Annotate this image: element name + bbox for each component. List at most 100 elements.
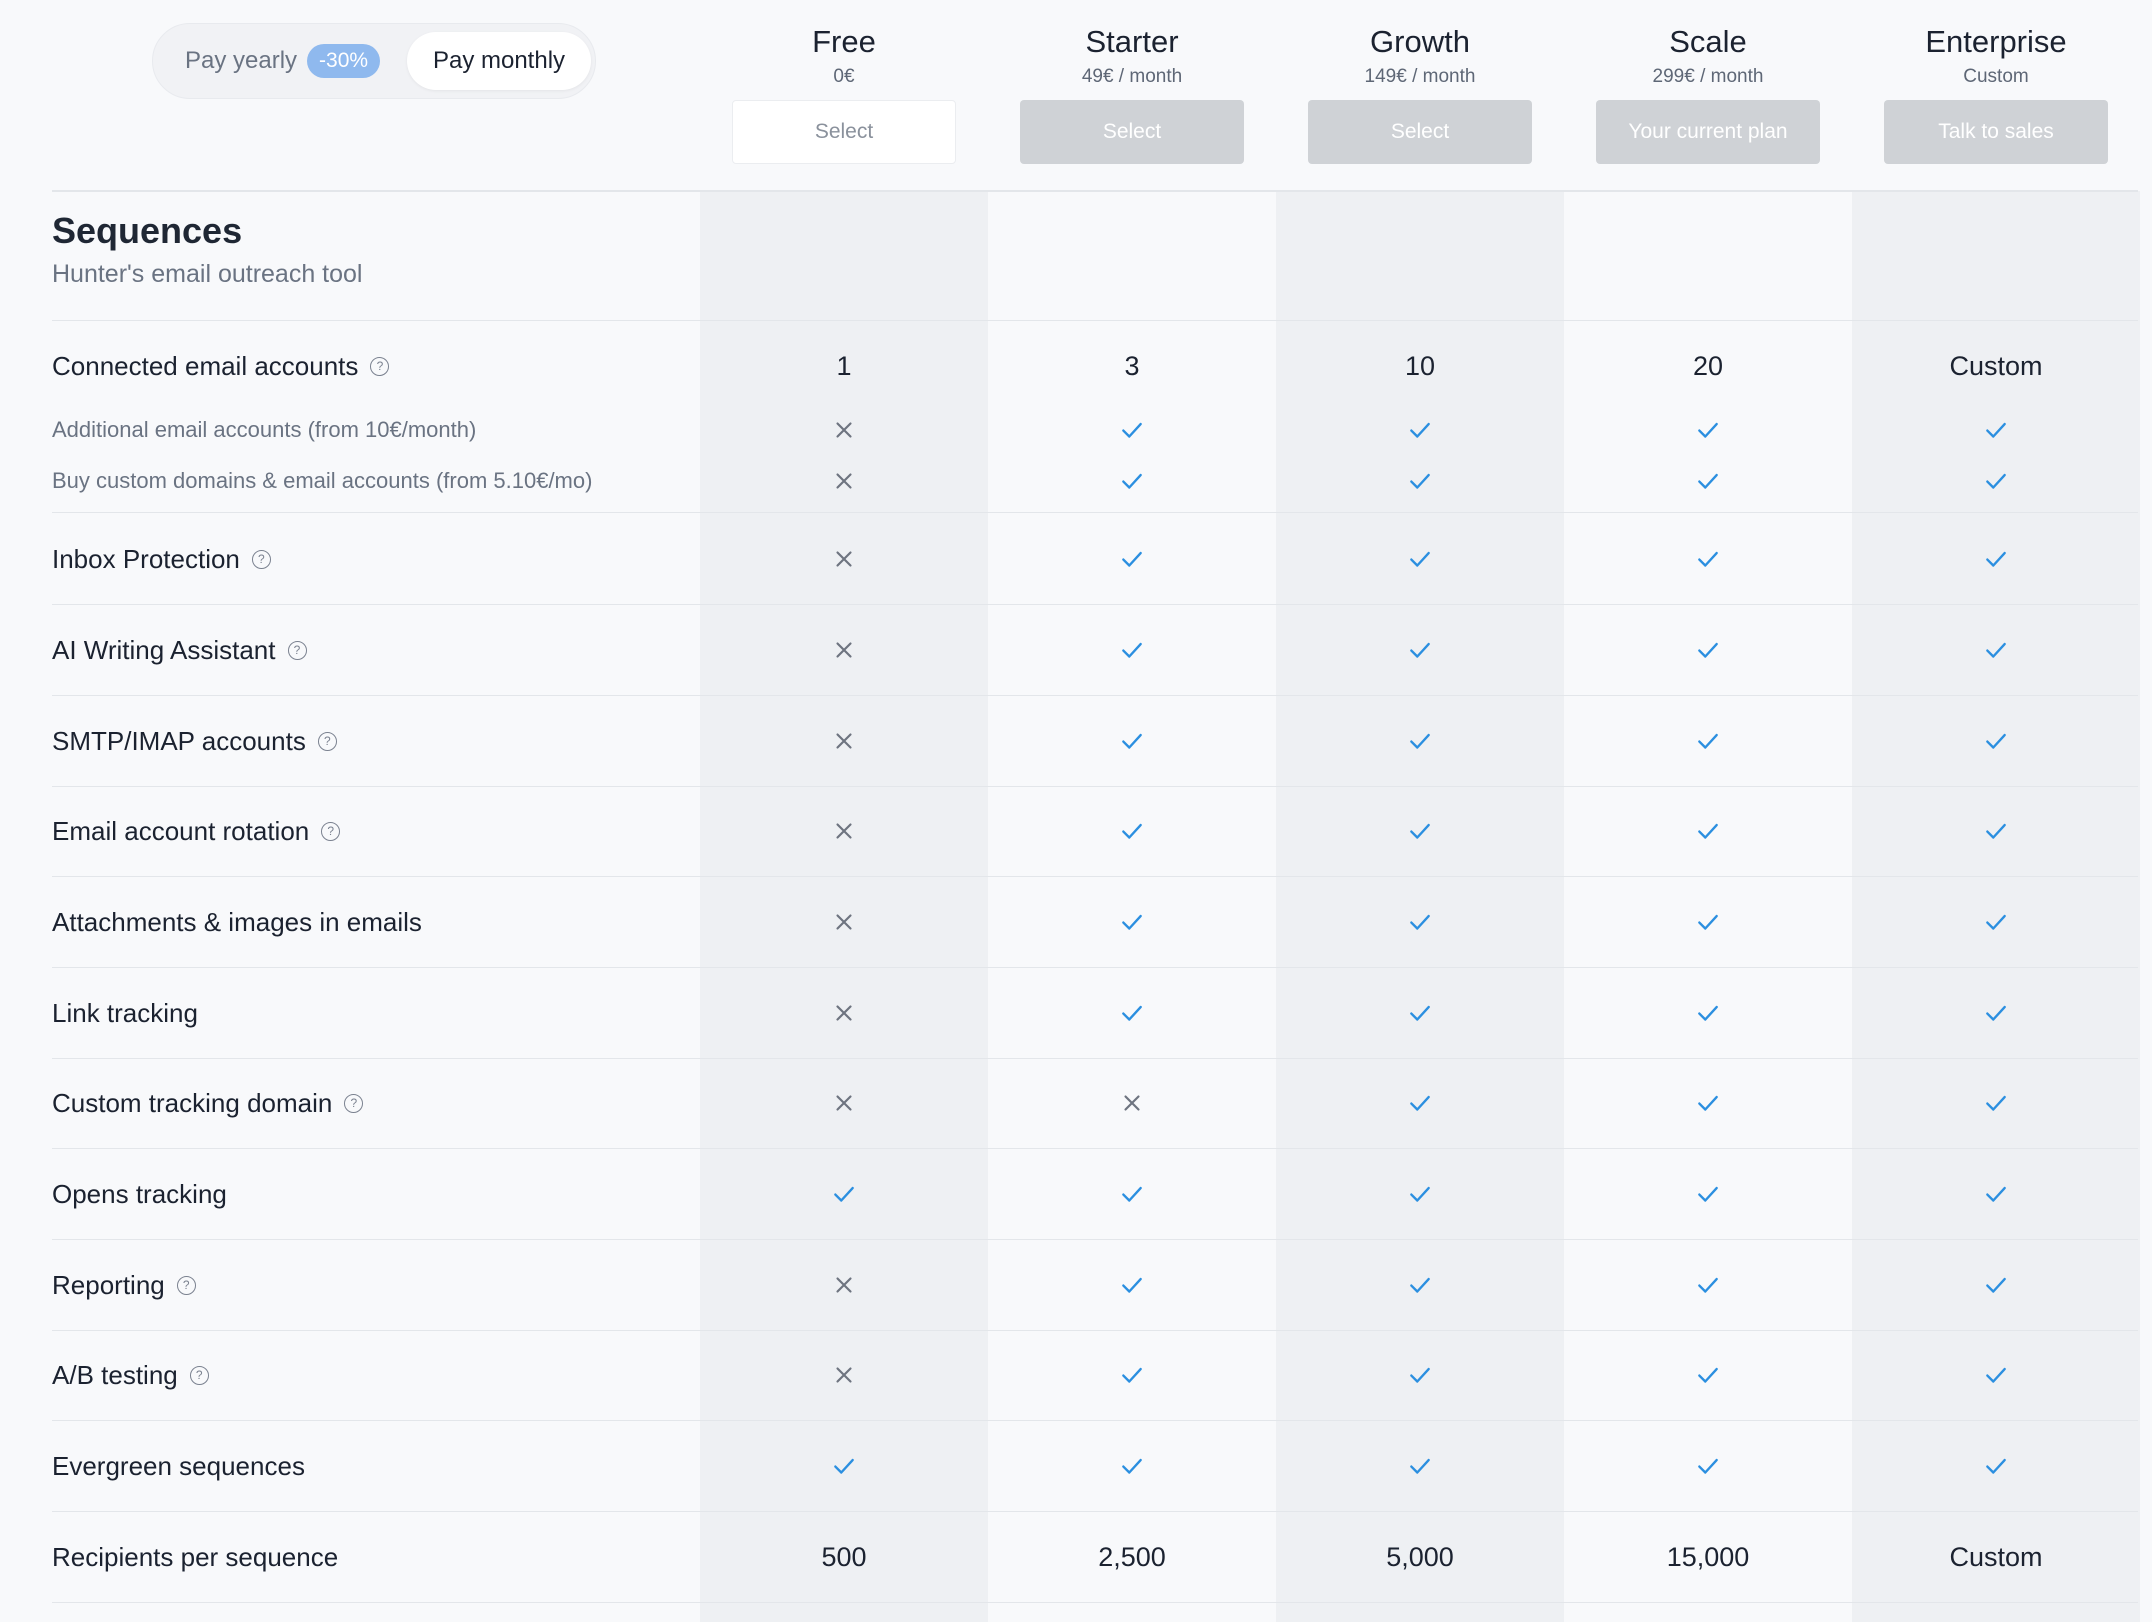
feature-value: Custom [1949, 1541, 2043, 1572]
help-icon[interactable]: ? [251, 549, 271, 569]
check-icon [988, 450, 1276, 512]
check-icon [988, 1149, 1276, 1239]
check-icon [1852, 1240, 2140, 1330]
feature-label: Opens tracking [52, 1149, 227, 1239]
feature-row: A/B testing? [0, 1330, 2152, 1420]
check-icon [1564, 1149, 1852, 1239]
check-icon [988, 410, 1276, 450]
feature-value: 5,000 [1386, 1541, 1454, 1572]
feature-row: Inbox Protection? [0, 514, 2152, 604]
check-icon [1276, 1421, 1564, 1511]
check-icon [1276, 968, 1564, 1058]
check-icon [1852, 1330, 2140, 1420]
feature-row: Buy custom domains & email accounts (fro… [0, 450, 2152, 512]
cross-icon [700, 1330, 988, 1420]
check-icon [1276, 877, 1564, 967]
help-icon[interactable]: ? [317, 731, 337, 751]
check-icon [1852, 1421, 2140, 1511]
feature-row: AI Writing Assistant? [0, 605, 2152, 695]
check-icon [1852, 696, 2140, 786]
row-divider [52, 1602, 2138, 1603]
current-plan-button[interactable]: Your current plan [1596, 100, 1820, 164]
feature-value: 500 [821, 1541, 867, 1572]
plan-growth: Growth 149€ / month Select [1276, 22, 1564, 164]
help-icon[interactable]: ? [189, 1365, 209, 1385]
cross-icon [700, 410, 988, 450]
cross-icon [700, 786, 988, 876]
feature-label: Buy custom domains & email accounts (fro… [52, 450, 592, 512]
feature-label: Reporting? [52, 1240, 196, 1330]
discount-badge: -30% [307, 44, 381, 78]
talk-to-sales-button[interactable]: Talk to sales [1884, 100, 2108, 164]
check-icon [1564, 1421, 1852, 1511]
select-starter-button[interactable]: Select [1020, 100, 1244, 164]
select-growth-button[interactable]: Select [1308, 100, 1532, 164]
check-icon [1564, 968, 1852, 1058]
plan-enterprise: Enterprise Custom Talk to sales [1852, 22, 2140, 164]
feature-row: SMTP/IMAP accounts? [0, 696, 2152, 786]
feature-value: 15,000 [1666, 1541, 1750, 1572]
check-icon [1564, 877, 1852, 967]
pay-yearly-label: Pay yearly [185, 47, 298, 74]
feature-label: Attachments & images in emails [52, 877, 422, 967]
help-icon[interactable]: ? [321, 821, 341, 841]
help-icon[interactable]: ? [287, 640, 307, 660]
feature-label: Link tracking [52, 968, 198, 1058]
plan-price: 149€ / month [1364, 66, 1476, 87]
check-icon [1852, 410, 2140, 450]
plan-starter: Starter 49€ / month Select [988, 22, 1276, 164]
check-icon [1852, 786, 2140, 876]
help-icon[interactable]: ? [370, 356, 390, 376]
cross-icon [700, 605, 988, 695]
check-icon [1276, 696, 1564, 786]
billing-toggle: Pay yearly -30% Pay monthly [152, 23, 596, 99]
feature-label-text: Opens tracking [52, 1178, 227, 1209]
feature-label: Recipients per sequence [52, 1512, 338, 1602]
check-icon [1564, 1240, 1852, 1330]
feature-value: 1 [836, 350, 852, 381]
feature-label: A/B testing? [52, 1330, 209, 1420]
pay-yearly-option[interactable]: Pay yearly -30% [153, 24, 403, 98]
cross-icon [700, 514, 988, 604]
feature-row: Link tracking [0, 968, 2152, 1058]
pay-monthly-option[interactable]: Pay monthly [407, 32, 591, 90]
check-icon [1852, 1149, 2140, 1239]
row-divider [52, 512, 2138, 513]
check-icon [1564, 410, 1852, 450]
feature-label-text: Attachments & images in emails [52, 906, 422, 937]
plan-price: 0€ [833, 66, 855, 87]
header-divider [52, 190, 2138, 192]
check-icon [1564, 1330, 1852, 1420]
feature-row: Recipients per sequence 500 2,500 5,000 15,0… [0, 1512, 2152, 1602]
check-icon [988, 786, 1276, 876]
feature-label-text: Inbox Protection [52, 543, 240, 574]
row-divider [52, 320, 2138, 321]
feature-label: SMTP/IMAP accounts? [52, 696, 337, 786]
plan-name: Growth [1370, 24, 1470, 59]
check-icon [988, 1240, 1276, 1330]
feature-row: Email account rotation? [0, 786, 2152, 876]
check-icon [988, 968, 1276, 1058]
check-icon [1564, 450, 1852, 512]
section-title: Sequences [52, 210, 243, 251]
feature-label: Connected email accounts? [52, 322, 390, 410]
plan-scale: Scale 299€ / month Your current plan [1564, 22, 1852, 164]
check-icon [1564, 696, 1852, 786]
help-icon[interactable]: ? [176, 1275, 196, 1295]
feature-label-text: Recipients per sequence [52, 1541, 339, 1572]
check-icon [1276, 1149, 1564, 1239]
feature-row: Evergreen sequences [0, 1421, 2152, 1511]
check-icon [1276, 1058, 1564, 1148]
feature-label: Additional email accounts (from 10€/mont… [52, 410, 476, 450]
select-free-button[interactable]: Select [732, 100, 956, 164]
help-icon[interactable]: ? [344, 1093, 364, 1113]
check-icon [1276, 605, 1564, 695]
check-icon [1564, 1058, 1852, 1148]
feature-value: Custom [1949, 350, 2043, 381]
feature-row: Additional email accounts (from 10€/mont… [0, 410, 2152, 450]
feature-value: 2,500 [1098, 1541, 1166, 1572]
feature-label-text: Additional email accounts (from 10€/mont… [52, 417, 477, 442]
cross-icon [988, 1058, 1276, 1148]
feature-label-text: Link tracking [52, 997, 198, 1028]
feature-label-text: AI Writing Assistant [52, 634, 276, 665]
